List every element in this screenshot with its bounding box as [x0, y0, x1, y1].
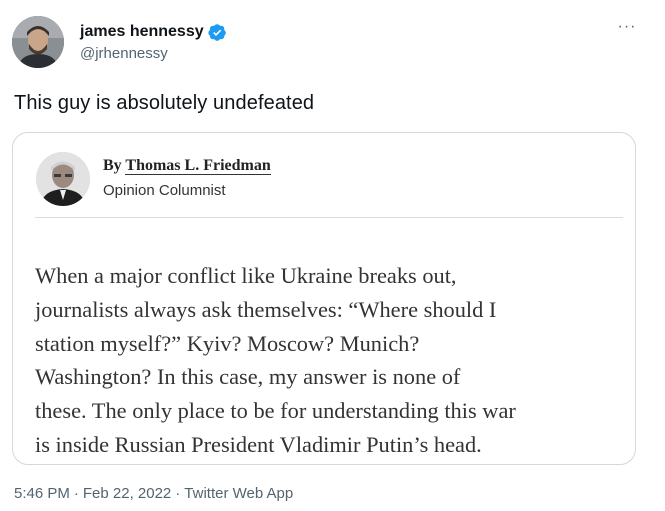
article-excerpt: When a major conflict like Ukraine break…: [35, 259, 635, 462]
byline-prefix: By: [103, 157, 126, 174]
tweet-source[interactable]: Twitter Web App: [184, 485, 293, 502]
tweet-timestamp[interactable]: 5:46 PM: [14, 485, 70, 502]
author-headshot: [36, 152, 90, 206]
author-role: Opinion Columnist: [103, 182, 226, 199]
card-divider: [35, 217, 623, 218]
article-line: When a major conflict like Ukraine break…: [35, 263, 457, 288]
quoted-image-card[interactable]: By Thomas L. Friedman Opinion Columnist …: [12, 132, 636, 465]
tweet: james hennessy @jrhennessy ··· This guy …: [0, 0, 665, 511]
tweet-date[interactable]: Feb 22, 2022: [83, 485, 171, 502]
article-line: these. The only place to be for understa…: [35, 398, 516, 424]
more-options-icon[interactable]: ···: [616, 19, 638, 38]
article-line: journalists always ask themselves: “Wher…: [35, 296, 497, 322]
tweet-text: This guy is absolutely undefeated: [14, 92, 315, 114]
verified-badge-icon: [208, 23, 227, 42]
author-name-link[interactable]: Thomas L. Friedman: [125, 157, 271, 175]
meta-separator: ·: [73, 485, 79, 502]
article-line: is inside Russian President Vladimir Put…: [35, 431, 482, 457]
byline: By Thomas L. Friedman: [103, 157, 271, 175]
user-handle[interactable]: @jrhennessy: [80, 45, 168, 62]
user-name-row[interactable]: james hennessy: [80, 22, 227, 42]
user-avatar[interactable]: [12, 16, 64, 68]
tweet-metadata: 5:46 PM · Feb 22, 2022 · Twitter Web App: [14, 485, 293, 502]
article-line: station myself?” Kyiv? Moscow? Munich?: [35, 330, 420, 356]
display-name[interactable]: james hennessy: [80, 23, 204, 41]
article-line: Washington? In this case, my answer is n…: [35, 364, 461, 390]
meta-separator: ·: [175, 485, 181, 502]
